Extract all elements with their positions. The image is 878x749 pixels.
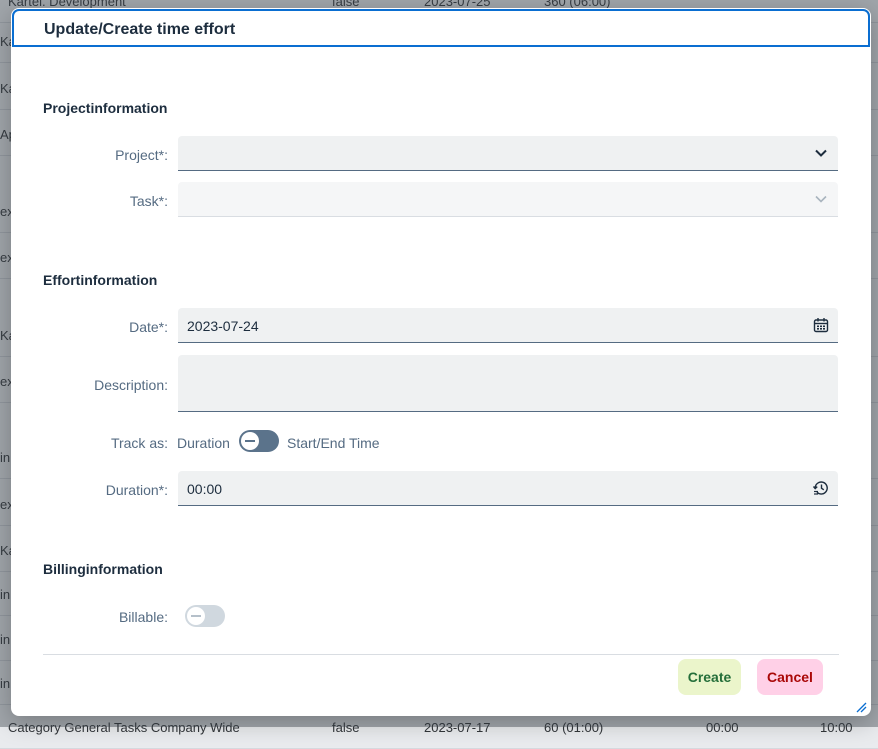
- chevron-down-icon: [812, 190, 830, 208]
- switch-knob: [187, 607, 205, 625]
- dialog-header: Update/Create time effort: [12, 9, 870, 47]
- track-start-end-text: Start/End Time: [287, 435, 380, 451]
- resize-handle-icon[interactable]: [855, 700, 867, 713]
- date-picker[interactable]: 2023-07-24: [178, 308, 838, 343]
- date-value: 2023-07-24: [187, 318, 259, 334]
- dialog-title: Update/Create time effort: [44, 21, 236, 38]
- time-history-icon[interactable]: [812, 479, 830, 497]
- section-title-effort: Effortinformation: [43, 272, 158, 288]
- track-duration-text: Duration: [177, 435, 230, 451]
- billable-label: Billable:: [118, 609, 168, 625]
- date-label: Date*:: [129, 319, 168, 335]
- track-mode-switch[interactable]: [239, 430, 279, 452]
- description-label: Description:: [94, 377, 168, 393]
- section-title-project: Projectinformation: [43, 100, 168, 116]
- cancel-button[interactable]: Cancel: [757, 659, 823, 695]
- section-title-billing: Billinginformation: [43, 561, 163, 577]
- duration-input[interactable]: 00:00: [178, 471, 838, 506]
- switch-knob: [241, 432, 259, 450]
- project-label: Project*:: [115, 147, 168, 163]
- calendar-icon[interactable]: [812, 316, 830, 334]
- task-select[interactable]: [178, 182, 838, 217]
- duration-value: 00:00: [187, 481, 223, 497]
- task-label: Task*:: [129, 193, 168, 209]
- track-as-label: Track as:: [110, 435, 168, 451]
- description-textarea[interactable]: [178, 355, 838, 412]
- project-select[interactable]: [178, 136, 838, 171]
- footer-divider: [43, 654, 839, 655]
- chevron-down-icon[interactable]: [812, 144, 830, 162]
- billable-switch[interactable]: [185, 605, 225, 627]
- duration-label: Duration*:: [105, 482, 168, 498]
- time-effort-dialog: Update/Create time effort Projectinforma…: [11, 8, 871, 716]
- create-button[interactable]: Create: [678, 659, 741, 695]
